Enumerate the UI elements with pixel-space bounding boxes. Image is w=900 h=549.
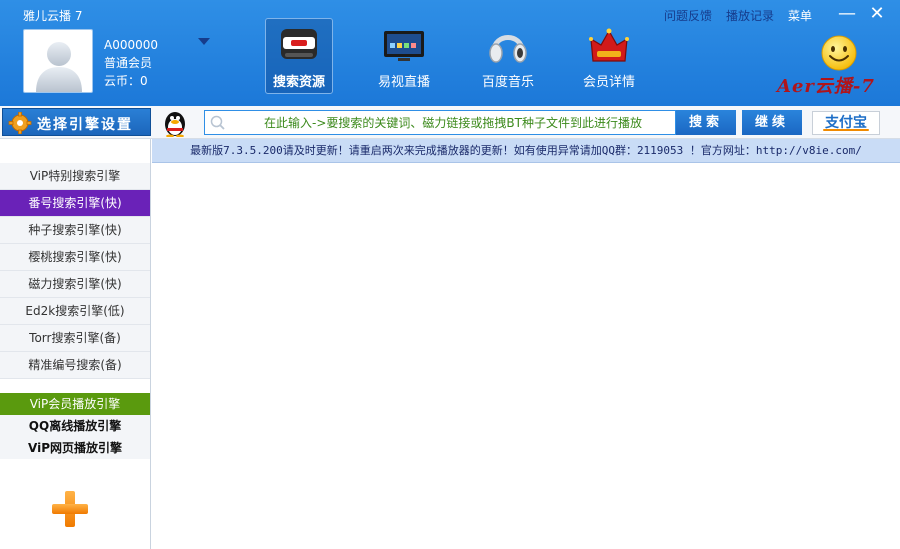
brand-logo: Aer云播-7 xyxy=(777,76,875,97)
engine-item-designation[interactable]: 番号搜索引擎(快) xyxy=(0,190,150,217)
title-bar: 雅儿云播 7 问题反馈 播放记录 菜单 — ✕ A000000 普通会员 云币：… xyxy=(0,0,900,106)
engine-item-magnet[interactable]: 磁力搜索引擎(快) xyxy=(0,271,150,298)
play-item-qq-offline[interactable]: QQ离线播放引擎 xyxy=(0,415,150,437)
tab-live-label: 易视直播 xyxy=(377,75,430,90)
tab-member-label: 会员详情 xyxy=(582,75,635,90)
tab-live-tv[interactable]: 易视直播 xyxy=(370,18,438,94)
engine-settings-label: 选择引擎设置 xyxy=(37,117,133,133)
engine-item-torr[interactable]: Torr搜索引擎(备) xyxy=(0,325,150,352)
results-panel xyxy=(152,163,900,549)
user-dropdown-icon[interactable] xyxy=(198,35,212,49)
tab-search-label: 搜索资源 xyxy=(272,75,325,90)
search-toolbar: 选择引擎设置 搜索 继续 支付宝 xyxy=(0,106,900,139)
headphones-icon xyxy=(489,35,527,63)
engine-item-ed2k[interactable]: Ed2k搜索引擎(低) xyxy=(0,298,150,325)
engine-item-torrent[interactable]: 种子搜索引擎(快) xyxy=(0,217,150,244)
tab-search-resources[interactable]: 搜索资源 xyxy=(265,18,333,94)
play-item-vip-web[interactable]: ViP网页播放引擎 xyxy=(0,437,150,459)
update-notice: 最新版7.3.5.200请及时更新！请重启两次来完成播放器的更新！如有使用异常请… xyxy=(152,139,900,163)
alipay-button[interactable]: 支付宝 xyxy=(812,111,880,135)
user-silhouette-icon xyxy=(36,42,82,92)
engine-item-vip-special[interactable]: ViP特别搜索引擎 xyxy=(0,163,150,190)
alipay-label: 支付宝 xyxy=(825,115,867,131)
user-id: A000000 xyxy=(104,38,159,52)
app-title: 雅儿云播 7 xyxy=(23,9,83,23)
add-plus-icon[interactable] xyxy=(50,489,90,529)
search-button[interactable]: 搜索 xyxy=(676,110,736,135)
play-history-link[interactable]: 播放记录 xyxy=(726,7,774,24)
qq-penguin-icon[interactable] xyxy=(162,109,188,137)
search-engine-list: ViP特别搜索引擎 番号搜索引擎(快) 种子搜索引擎(快) 樱桃搜索引擎(快) … xyxy=(0,163,150,379)
close-button[interactable]: ✕ xyxy=(866,3,888,25)
tab-music-label: 百度音乐 xyxy=(481,75,534,90)
user-coins: 云币：0 xyxy=(104,74,148,88)
gear-icon xyxy=(8,112,32,134)
search-resources-icon xyxy=(281,29,317,59)
minimize-button[interactable]: — xyxy=(836,3,858,25)
engine-item-cherry[interactable]: 樱桃搜索引擎(快) xyxy=(0,244,150,271)
menu-link[interactable]: 菜单 xyxy=(788,7,812,24)
top-links: 问题反馈 播放记录 菜单 xyxy=(664,7,812,24)
tv-icon xyxy=(384,31,424,61)
search-input[interactable] xyxy=(204,110,676,135)
play-item-vip-member[interactable]: ViP会员播放引擎 xyxy=(0,393,150,415)
user-level: 普通会员 xyxy=(104,56,153,70)
engine-settings-button[interactable]: 选择引擎设置 xyxy=(2,108,151,136)
smiley-icon xyxy=(821,35,857,71)
tab-member-details[interactable]: 会员详情 xyxy=(575,18,643,94)
tab-baidu-music[interactable]: 百度音乐 xyxy=(474,18,542,94)
avatar[interactable] xyxy=(23,29,93,93)
continue-button[interactable]: 继续 xyxy=(742,110,802,135)
engine-item-precise-number[interactable]: 精准编号搜索(备) xyxy=(0,352,150,379)
crown-sofa-icon xyxy=(589,28,629,62)
feedback-link[interactable]: 问题反馈 xyxy=(664,7,712,24)
play-engine-list: ViP会员播放引擎 QQ离线播放引擎 ViP网页播放引擎 xyxy=(0,393,150,459)
search-icon xyxy=(210,115,225,130)
sidebar: ViP特别搜索引擎 番号搜索引擎(快) 种子搜索引擎(快) 樱桃搜索引擎(快) … xyxy=(0,139,151,549)
user-info: A000000 普通会员 云币：0 xyxy=(104,36,158,90)
